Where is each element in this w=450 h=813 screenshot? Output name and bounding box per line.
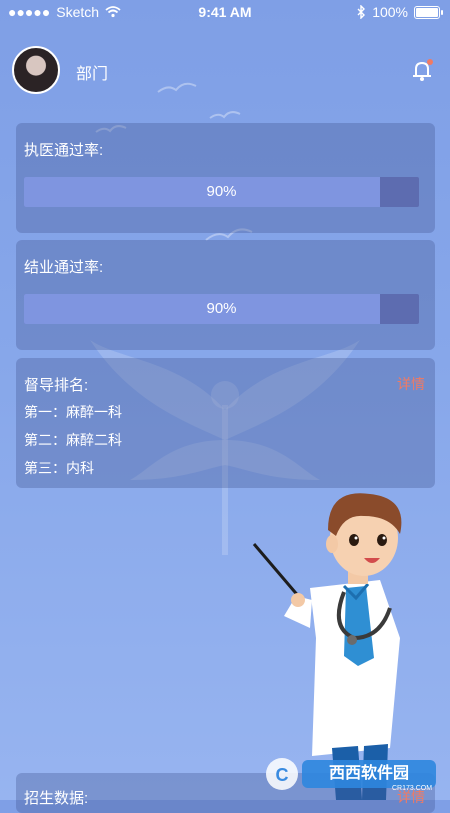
pass-rate-card-1: 执医通过率: 90%: [16, 123, 435, 233]
status-bar: ●●●●● Sketch 9:41 AM 100%: [0, 0, 450, 26]
avatar[interactable]: [12, 46, 60, 94]
supervision-ranking-card: 督导排名: 详情 第一：麻醉一科 第二：麻醉二科 第三：内科: [16, 358, 435, 488]
ranking-title: 督导排名:: [24, 377, 89, 394]
enrollment-title: 招生数据:: [24, 790, 89, 807]
header: 部门: [12, 46, 438, 94]
progress-value: 90%: [206, 300, 237, 317]
svg-text:西西软件园: 西西软件园: [329, 763, 409, 782]
progress-bar: 90%: [24, 177, 419, 207]
notification-bell-icon[interactable]: [408, 56, 436, 84]
ranking-item: 第三：内科: [24, 460, 94, 476]
battery-icon: [414, 5, 443, 19]
battery-percent: 100%: [372, 4, 408, 20]
ranking-item: 第二：麻醉二科: [24, 432, 122, 448]
watermark-logo: C 西西软件园 CR173.COM: [266, 758, 436, 792]
ranking-detail-link[interactable]: 详情: [397, 374, 425, 394]
bluetooth-icon: [357, 5, 366, 19]
card-title: 执医通过率:: [24, 142, 104, 159]
svg-text:C: C: [276, 765, 289, 785]
ranking-item: 第一：麻醉一科: [24, 404, 122, 420]
department-label[interactable]: 部门: [76, 60, 108, 84]
progress-bar: 90%: [24, 294, 419, 324]
progress-value: 90%: [206, 183, 237, 200]
card-title: 结业通过率:: [24, 259, 104, 276]
pass-rate-card-2: 结业通过率: 90%: [16, 240, 435, 350]
svg-text:CR173.COM: CR173.COM: [392, 785, 432, 792]
